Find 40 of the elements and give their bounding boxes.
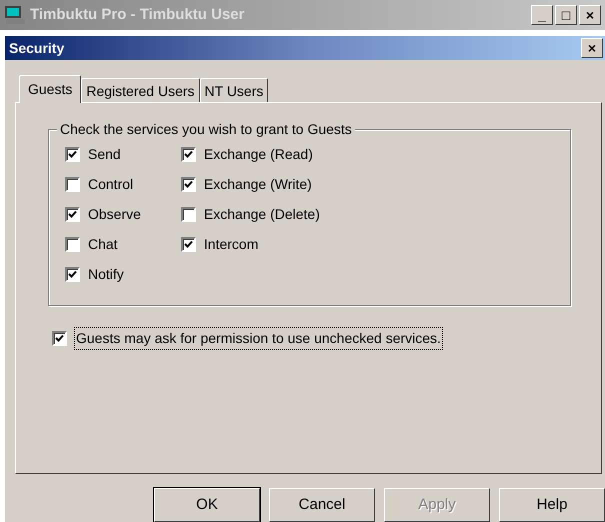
checkbox[interactable]: [180, 206, 196, 222]
close-button[interactable]: ×: [581, 38, 603, 58]
checkbox-label[interactable]: Send: [88, 144, 121, 164]
checkbox[interactable]: [180, 146, 196, 162]
checkmark-icon: [184, 240, 193, 248]
checkbox[interactable]: [180, 176, 196, 192]
dialog-button[interactable]: Help: [499, 488, 605, 522]
checkmark-icon: [184, 180, 193, 188]
minimize-button[interactable]: _: [531, 5, 553, 25]
dialog-button[interactable]: Cancel: [269, 488, 375, 522]
tab[interactable]: Guests: [19, 75, 82, 103]
checkbox[interactable]: [65, 176, 80, 192]
window-title: Timbuktu Pro - Timbuktu User: [30, 4, 244, 25]
checkbox-label[interactable]: Exchange (Delete): [204, 204, 320, 224]
computer-icon: [4, 5, 26, 25]
checkbox-label[interactable]: Control: [88, 174, 134, 194]
maximize-button[interactable]: □: [555, 5, 577, 25]
dialog-button[interactable]: OK: [154, 488, 260, 522]
tab[interactable]: NT Users: [200, 78, 268, 102]
checkbox-label[interactable]: Exchange (Read): [204, 144, 313, 164]
checkbox[interactable]: [65, 266, 80, 282]
checkbox-label[interactable]: Guests may ask for permission to use unchecked services.: [75, 328, 442, 348]
checkmark-icon: [68, 270, 77, 278]
close-button[interactable]: ×: [579, 5, 601, 25]
checkbox[interactable]: [52, 330, 67, 346]
checkbox[interactable]: [65, 236, 80, 252]
tab[interactable]: Registered Users: [81, 78, 200, 102]
dialog-title: Security: [9, 38, 64, 58]
checkmark-icon: [55, 334, 64, 342]
checkmark-icon: [184, 150, 193, 158]
checkbox-label[interactable]: Chat: [88, 234, 118, 254]
checkbox-label[interactable]: Observe: [88, 204, 141, 224]
checkbox[interactable]: [65, 146, 80, 162]
checkbox-label[interactable]: Intercom: [204, 234, 258, 254]
checkbox-label[interactable]: Exchange (Write): [204, 174, 312, 194]
checkbox[interactable]: [180, 236, 196, 252]
checkmark-icon: [68, 210, 77, 218]
checkbox[interactable]: [65, 206, 80, 222]
checkmark-icon: [68, 150, 77, 158]
checkbox-label[interactable]: Notify: [88, 264, 124, 284]
